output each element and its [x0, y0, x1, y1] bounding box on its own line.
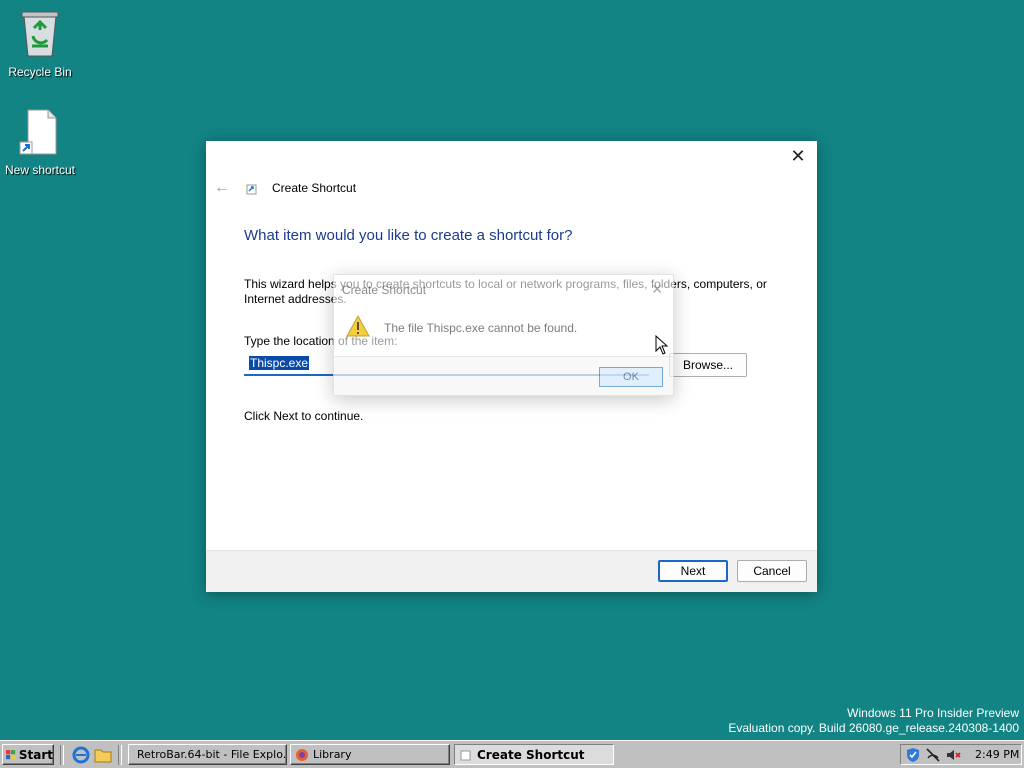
- start-button-label: Start: [18, 747, 53, 762]
- start-button[interactable]: Start: [2, 744, 54, 765]
- taskbar-item-label: Create Shortcut: [477, 747, 585, 762]
- taskbar-item-create-shortcut[interactable]: Create Shortcut: [454, 744, 614, 765]
- wizard-header: ← Create Shortcut: [214, 178, 356, 198]
- network-offline-icon[interactable]: [925, 747, 941, 763]
- error-dialog-button-bar: OK: [334, 356, 673, 395]
- file-shortcut-icon: [19, 109, 57, 155]
- taskbar-item-file-explorer[interactable]: RetroBar.64-bit - File Explo...: [128, 744, 287, 765]
- location-input-value: Thispc.exe: [249, 356, 310, 370]
- desktop-icon-label: New shortcut: [4, 163, 76, 177]
- desktop-icon-label: Recycle Bin: [8, 65, 72, 79]
- watermark-line-2: Evaluation copy. Build 26080.ge_release.…: [728, 721, 1019, 735]
- taskbar-separator: [60, 745, 64, 765]
- watermark-line-1: Windows 11 Pro Insider Preview: [847, 706, 1019, 720]
- desktop-icon-recycle-bin[interactable]: Recycle Bin: [0, 6, 80, 79]
- taskbar-item-label: Library: [313, 748, 352, 761]
- windows-watermark: Windows 11 Pro Insider Preview Evaluatio…: [728, 706, 1019, 736]
- error-dialog: Create Shortcut ✕ The file Thispc.exe ca…: [333, 274, 674, 396]
- recycle-bin-icon: [21, 11, 59, 57]
- system-tray: 2:49 PM: [900, 744, 1022, 765]
- volume-muted-icon[interactable]: [945, 747, 961, 763]
- continue-text: Click Next to continue.: [244, 409, 364, 423]
- wizard-heading: What item would you like to create a sho…: [244, 227, 573, 244]
- mouse-cursor-icon: [655, 335, 669, 355]
- close-icon[interactable]: ✕: [651, 281, 663, 298]
- wizard-title: Create Shortcut: [272, 181, 357, 195]
- shortcut-wizard-icon: [246, 184, 257, 195]
- close-icon[interactable]: ✕: [787, 146, 809, 167]
- security-shield-icon[interactable]: [905, 747, 921, 763]
- clock[interactable]: 2:49 PM: [975, 748, 1019, 761]
- taskbar-separator: [118, 745, 122, 765]
- error-message: The file Thispc.exe cannot be found.: [384, 321, 578, 335]
- browse-button[interactable]: Browse...: [669, 353, 747, 377]
- firefox-icon: [296, 748, 308, 761]
- taskbar: Start RetroBar.64-bit - File Explo... Li…: [0, 740, 1024, 768]
- ok-button[interactable]: OK: [599, 367, 663, 387]
- windows-logo-icon: [6, 749, 16, 759]
- error-dialog-title: Create Shortcut: [342, 283, 427, 297]
- warning-icon: [346, 315, 370, 337]
- cancel-button[interactable]: Cancel: [737, 560, 807, 582]
- taskbar-item-library[interactable]: Library: [290, 744, 450, 765]
- desktop-icon-new-shortcut[interactable]: New shortcut: [0, 108, 80, 177]
- taskbar-item-label: RetroBar.64-bit - File Explo...: [137, 748, 287, 761]
- shortcut-wizard-icon: [460, 750, 471, 760]
- back-arrow-icon[interactable]: ←: [214, 179, 232, 197]
- wizard-footer: Next Cancel: [206, 550, 817, 592]
- next-button[interactable]: Next: [658, 560, 728, 582]
- internet-explorer-icon[interactable]: [72, 746, 90, 764]
- folder-icon[interactable]: [94, 746, 112, 764]
